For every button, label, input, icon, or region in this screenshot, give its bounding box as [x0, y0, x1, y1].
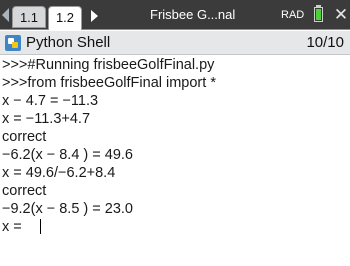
input-prompt[interactable]: x = — [2, 218, 22, 236]
tab-1-1[interactable]: 1.1 — [12, 6, 46, 28]
angle-mode-indicator: RAD — [281, 9, 305, 21]
shell-page-count: 10/10 — [306, 34, 344, 51]
console-line: x − 4.7 = −11.3 — [2, 93, 99, 109]
console-line: −6.2(x − 8.4 ) = 49.6 — [2, 147, 133, 163]
close-icon[interactable]: ✕ — [333, 6, 349, 24]
python-shell-console[interactable]: >>>#Running frisbeeGolfFinal.py >>>from … — [0, 56, 350, 266]
document-title: Frisbee G...nal — [150, 7, 236, 22]
shell-title: Python Shell — [26, 34, 111, 51]
battery-icon — [314, 7, 323, 22]
python-icon — [5, 35, 21, 51]
right-arrow-icon[interactable] — [91, 10, 98, 22]
console-line: x = 49.6/−6.2+8.4 — [2, 165, 116, 181]
left-arrow-icon[interactable] — [2, 8, 9, 22]
text-cursor — [40, 219, 41, 234]
tab-1-2[interactable]: 1.2 — [48, 6, 82, 30]
console-line: >>>from frisbeeGolfFinal import * — [2, 75, 216, 91]
shell-header: Python Shell 10/10 — [0, 31, 350, 55]
tab-bar: 1.1 1.2 Frisbee G...nal RAD ✕ — [0, 0, 350, 30]
console-line: >>>#Running frisbeeGolfFinal.py — [2, 57, 215, 73]
console-line: correct — [2, 183, 47, 199]
console-line: correct — [2, 129, 47, 145]
console-line: x = −11.3+4.7 — [2, 111, 91, 127]
console-line: −9.2(x − 8.5 ) = 23.0 — [2, 201, 133, 217]
